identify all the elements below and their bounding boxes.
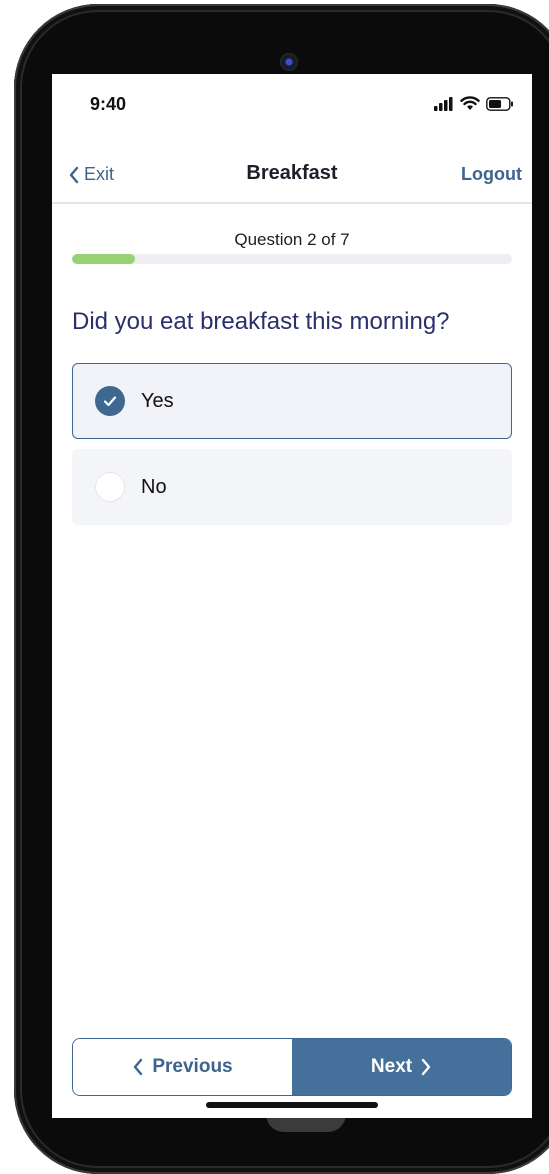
- battery-icon: [486, 96, 513, 111]
- app-screen: 9:40 Exit Breakfast Logout Question 2 of…: [52, 74, 532, 1118]
- option-label: No: [141, 475, 167, 498]
- checkmark-icon: [103, 396, 117, 407]
- wifi-icon: [460, 96, 480, 110]
- logout-button[interactable]: Logout: [461, 164, 522, 185]
- progress-bar: [72, 254, 512, 264]
- option-no[interactable]: No: [72, 449, 512, 525]
- radio-checked[interactable]: [95, 386, 125, 416]
- radio-unchecked[interactable]: [95, 472, 125, 502]
- status-icons: [434, 96, 514, 111]
- chevron-left-icon: [134, 1058, 143, 1076]
- page-title: Breakfast: [246, 162, 338, 184]
- signal-icon: [434, 96, 453, 111]
- previous-button[interactable]: Previous: [73, 1039, 292, 1095]
- home-indicator: [206, 1102, 378, 1108]
- question-text: Did you eat breakfast this morning?: [72, 308, 450, 335]
- next-label: Next: [370, 1056, 413, 1077]
- nav-bar: Exit Breakfast Logout: [52, 150, 532, 204]
- question-counter: Question 2 of 7: [234, 230, 350, 249]
- status-time: 9:40: [90, 94, 127, 114]
- front-camera: [280, 53, 298, 71]
- option-label: Yes: [141, 389, 174, 412]
- previous-label: Previous: [152, 1056, 233, 1077]
- navigation-buttons: Previous Next: [72, 1038, 512, 1096]
- chevron-right-icon: [421, 1058, 431, 1076]
- next-button[interactable]: Next: [292, 1039, 511, 1095]
- progress-fill: [72, 254, 135, 264]
- option-yes[interactable]: Yes: [72, 363, 512, 439]
